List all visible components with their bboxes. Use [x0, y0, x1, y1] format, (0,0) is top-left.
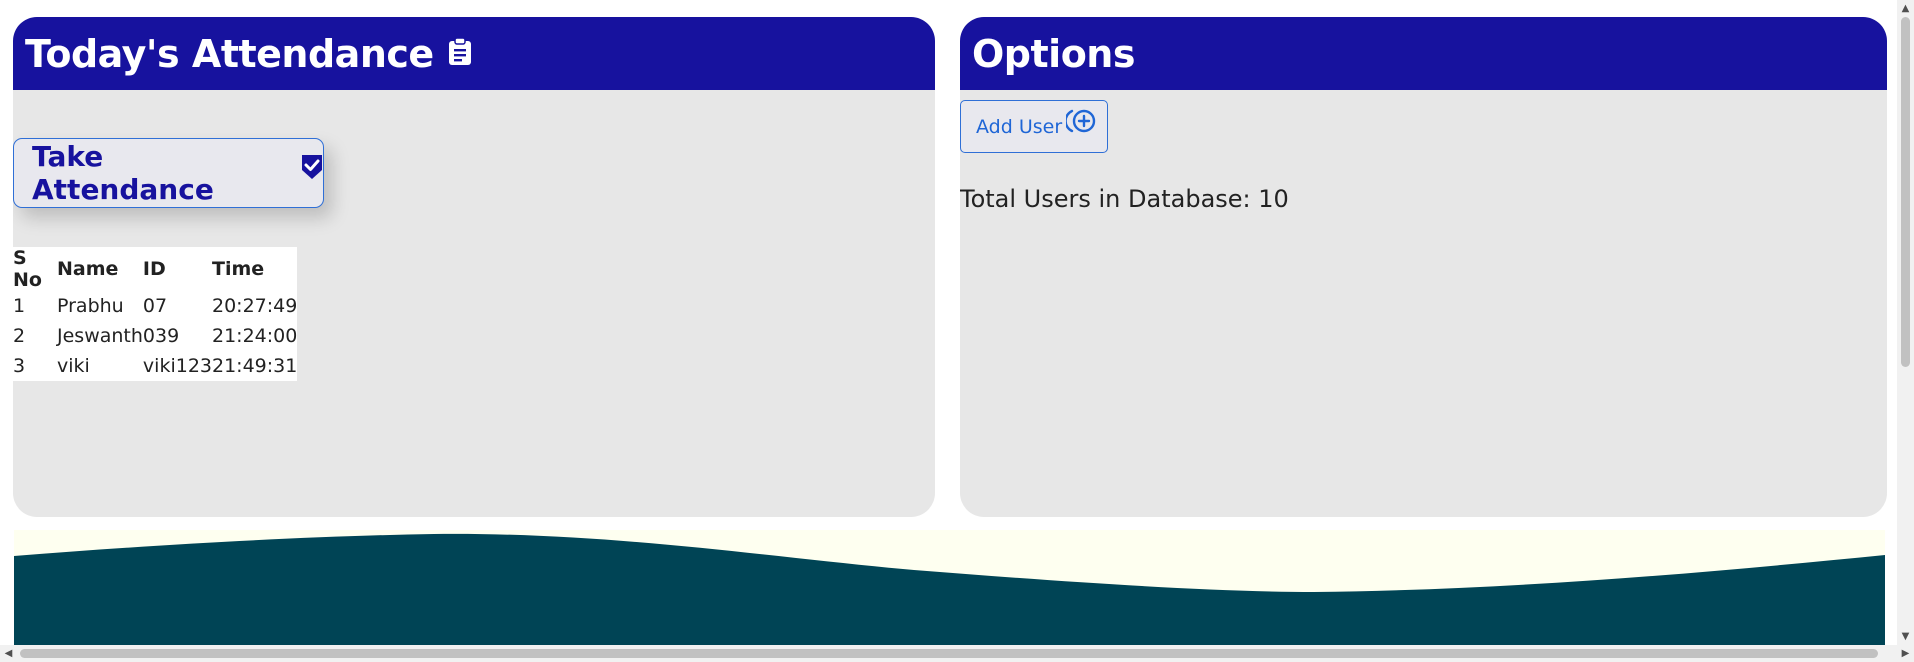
- cell-time: 20:27:49: [212, 295, 298, 317]
- column-header-name: Name: [57, 258, 119, 280]
- page: Today's Attendance Take Attendance S No …: [0, 0, 1914, 662]
- column-header-sno: S No: [13, 247, 42, 291]
- cell-sno: 1: [13, 295, 26, 317]
- cell-id: 07: [142, 295, 168, 317]
- column-header-time: Time: [212, 258, 265, 280]
- cell-sno: 3: [13, 355, 26, 377]
- cell-sno: 2: [13, 325, 26, 347]
- scroll-down-arrow[interactable]: ▼: [1897, 628, 1914, 645]
- cell-time: 21:24:00: [212, 325, 298, 347]
- cell-id: 039: [142, 325, 180, 347]
- plus-circle-icon: [1064, 108, 1096, 134]
- options-panel-header: Options: [960, 17, 1887, 90]
- vertical-scrollbar[interactable]: ▲ ▼: [1897, 0, 1914, 645]
- options-panel: Options Add User Total Users in Database…: [960, 17, 1887, 517]
- total-users-label: Total Users in Database:: [960, 185, 1259, 213]
- cell-time: 21:49:31: [212, 355, 298, 377]
- add-user-label: Add User: [976, 115, 1063, 138]
- attendance-panel-title: Today's Attendance: [25, 31, 434, 76]
- shield-check-icon: [301, 154, 323, 180]
- column-header-id: ID: [142, 258, 166, 280]
- clipboard-icon: [448, 36, 472, 65]
- horizontal-scroll-thumb[interactable]: [20, 649, 1878, 658]
- table-header-row: S No Name ID Time: [13, 247, 297, 291]
- table-row: 3 viki viki123 21:49:31: [13, 351, 297, 381]
- total-users-text: Total Users in Database: 10: [960, 185, 1289, 213]
- cell-name: Prabhu: [57, 295, 124, 317]
- take-attendance-button[interactable]: Take Attendance: [13, 138, 324, 208]
- table-row: 1 Prabhu 07 20:27:49: [13, 291, 297, 321]
- cell-name: viki: [57, 355, 90, 377]
- horizontal-scrollbar[interactable]: ◀ ▶: [0, 645, 1914, 662]
- take-attendance-label: Take Attendance: [32, 140, 214, 206]
- total-users-count: 10: [1258, 185, 1289, 213]
- attendance-panel: Today's Attendance Take Attendance S No …: [13, 17, 935, 517]
- footer-wave: [14, 530, 1885, 645]
- table-row: 2 Jeswanth 039 21:24:00: [13, 321, 297, 351]
- attendance-panel-header: Today's Attendance: [13, 17, 935, 90]
- attendance-table: S No Name ID Time 1 Prabhu 07 20:27:49 2…: [13, 247, 298, 381]
- vertical-scroll-thumb[interactable]: [1901, 17, 1910, 367]
- scroll-left-arrow[interactable]: ◀: [0, 645, 17, 662]
- add-user-button[interactable]: Add User: [960, 100, 1108, 153]
- scroll-up-arrow[interactable]: ▲: [1897, 0, 1914, 17]
- scroll-right-arrow[interactable]: ▶: [1897, 645, 1914, 662]
- options-panel-title: Options: [972, 31, 1135, 76]
- cell-id: viki123: [142, 355, 212, 377]
- cell-name: Jeswanth: [57, 325, 143, 347]
